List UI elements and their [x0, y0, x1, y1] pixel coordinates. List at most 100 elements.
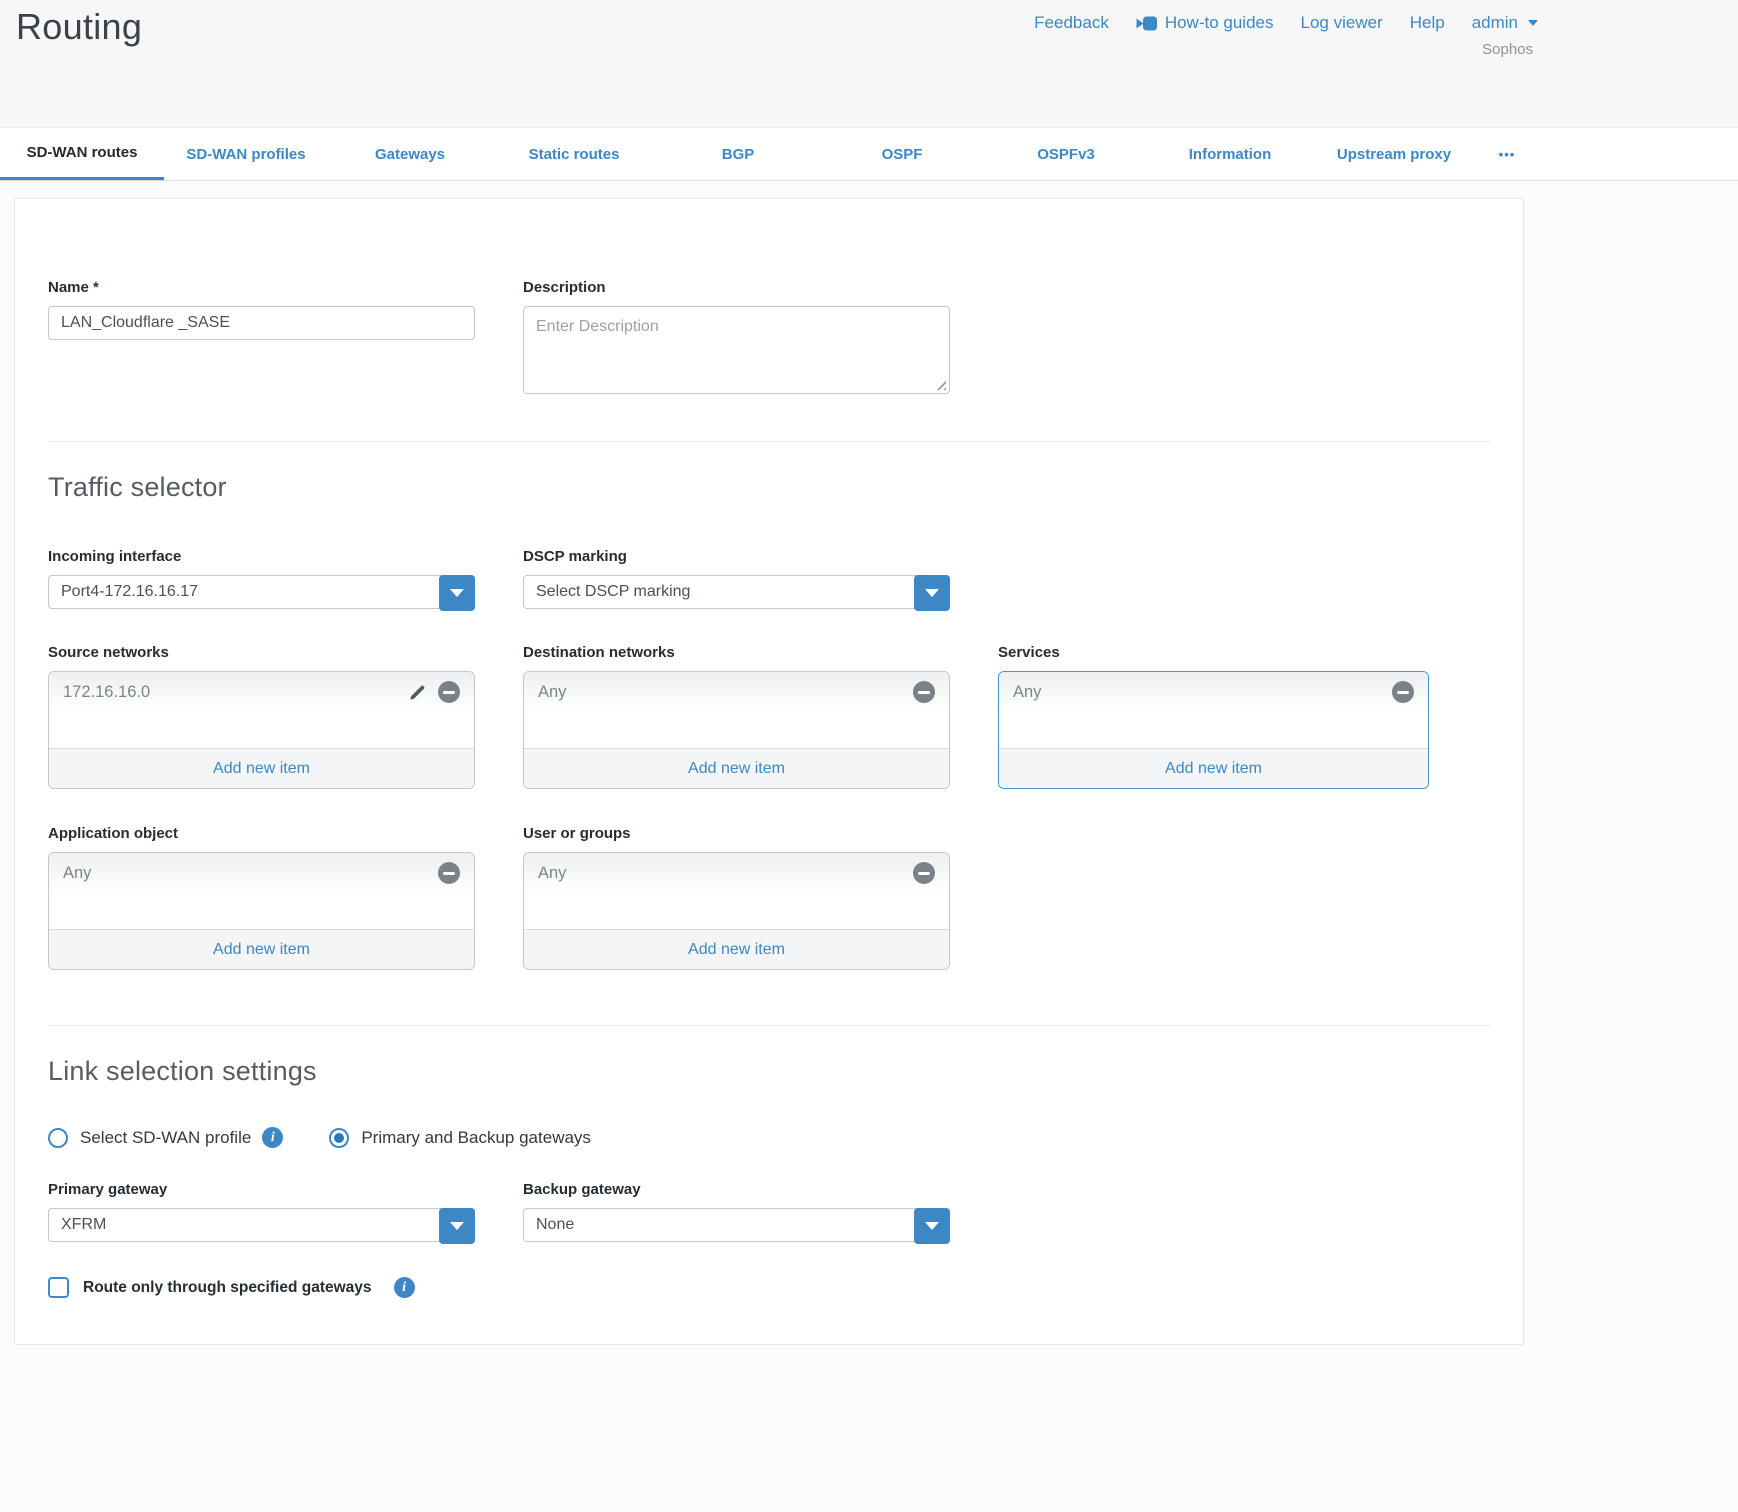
sdwan-profile-radio-label: Select SD-WAN profile — [80, 1128, 251, 1148]
feedback-link[interactable]: Feedback — [1034, 13, 1109, 33]
destination-networks-listbox: Any Add new item — [523, 671, 950, 789]
tab-ospf[interactable]: OSPF — [820, 128, 984, 180]
list-spacer — [49, 893, 474, 929]
primary-gateway-label: Primary gateway — [48, 1181, 475, 1198]
chevron-down-icon — [925, 1222, 939, 1230]
info-icon[interactable]: i — [262, 1127, 283, 1148]
route-form-card: Name * Description Traffic selector Inco… — [14, 198, 1524, 1345]
chevron-down-icon — [450, 589, 464, 597]
page-title: Routing — [16, 6, 142, 48]
dropdown-button[interactable] — [439, 1208, 475, 1244]
how-to-guides-link[interactable]: How-to guides — [1136, 13, 1274, 33]
list-item-text: Any — [538, 683, 913, 702]
services-label: Services — [998, 644, 1429, 661]
route-only-checkbox[interactable] — [48, 1277, 69, 1298]
app-header: Routing Feedback How-to guides Log viewe… — [0, 0, 1738, 127]
description-label: Description — [523, 279, 950, 296]
help-link[interactable]: Help — [1410, 13, 1445, 33]
add-new-item-button[interactable]: Add new item — [524, 748, 949, 788]
help-label: Help — [1410, 13, 1445, 33]
list-item: 172.16.16.0 — [49, 672, 474, 712]
description-textarea[interactable] — [523, 306, 950, 394]
chevron-down-icon — [1528, 20, 1538, 26]
incoming-interface-select[interactable]: Port4-172.16.16.17 — [48, 575, 475, 609]
tab-sdwan-profiles[interactable]: SD-WAN profiles — [164, 128, 328, 180]
incoming-interface-value: Port4-172.16.16.17 — [61, 583, 198, 601]
list-spacer — [524, 893, 949, 929]
route-only-label: Route only through specified gateways — [83, 1279, 372, 1297]
list-item: Any — [999, 672, 1428, 712]
user-or-groups-listbox: Any Add new item — [523, 852, 950, 970]
source-networks-listbox: 172.16.16.0 Add new item — [48, 671, 475, 789]
list-item: Any — [524, 853, 949, 893]
services-listbox: Any Add new item — [998, 671, 1429, 789]
application-object-listbox: Any Add new item — [48, 852, 475, 970]
tab-gateways[interactable]: Gateways — [328, 128, 492, 180]
list-item-text: 172.16.16.0 — [63, 683, 408, 702]
list-item: Any — [49, 853, 474, 893]
dropdown-button[interactable] — [914, 575, 950, 611]
list-item-text: Any — [63, 864, 438, 883]
list-spacer — [999, 712, 1428, 748]
info-icon[interactable]: i — [394, 1277, 415, 1298]
brand-label: Sophos — [1482, 41, 1533, 58]
remove-icon[interactable] — [438, 681, 460, 703]
backup-gateway-select[interactable]: None — [523, 1208, 950, 1242]
list-item-text: Any — [538, 864, 913, 883]
primary-backup-radio[interactable] — [329, 1128, 349, 1148]
edit-icon[interactable] — [408, 683, 427, 702]
section-divider — [48, 1025, 1490, 1026]
traffic-selector-heading: Traffic selector — [48, 472, 1490, 503]
dropdown-button[interactable] — [439, 575, 475, 611]
sdwan-profile-radio-group: Select SD-WAN profile i — [48, 1127, 283, 1148]
dscp-marking-select[interactable]: Select DSCP marking — [523, 575, 950, 609]
log-viewer-label: Log viewer — [1301, 13, 1383, 33]
tab-bar: SD-WAN routes SD-WAN profiles Gateways S… — [0, 127, 1738, 181]
header-links: Feedback How-to guides Log viewer Help a… — [1034, 13, 1538, 33]
remove-icon[interactable] — [1392, 681, 1414, 703]
route-only-row: Route only through specified gateways i — [48, 1277, 1490, 1298]
application-object-label: Application object — [48, 825, 475, 842]
tab-ospfv3[interactable]: OSPFv3 — [984, 128, 1148, 180]
video-camera-icon — [1136, 16, 1157, 31]
add-new-item-button[interactable]: Add new item — [524, 929, 949, 969]
tab-upstream-proxy[interactable]: Upstream proxy — [1312, 128, 1476, 180]
primary-gateway-select[interactable]: XFRM — [48, 1208, 475, 1242]
add-new-item-button[interactable]: Add new item — [49, 929, 474, 969]
tab-sdwan-routes[interactable]: SD-WAN routes — [0, 128, 164, 180]
list-item-text: Any — [1013, 683, 1392, 702]
user-or-groups-label: User or groups — [523, 825, 950, 842]
tab-static-routes[interactable]: Static routes — [492, 128, 656, 180]
list-spacer — [524, 712, 949, 748]
dropdown-button[interactable] — [914, 1208, 950, 1244]
tab-more-menu[interactable]: ••• — [1476, 128, 1538, 180]
name-label: Name * — [48, 279, 475, 296]
remove-icon[interactable] — [438, 862, 460, 884]
feedback-label: Feedback — [1034, 13, 1109, 33]
link-selection-heading: Link selection settings — [48, 1056, 1490, 1087]
add-new-item-button[interactable]: Add new item — [999, 748, 1428, 788]
admin-label: admin — [1472, 13, 1518, 33]
list-spacer — [49, 712, 474, 748]
admin-menu[interactable]: admin — [1472, 13, 1538, 33]
name-input[interactable] — [48, 306, 475, 340]
chevron-down-icon — [925, 589, 939, 597]
add-new-item-button[interactable]: Add new item — [49, 748, 474, 788]
dscp-marking-label: DSCP marking — [523, 548, 950, 565]
remove-icon[interactable] — [913, 681, 935, 703]
incoming-interface-label: Incoming interface — [48, 548, 475, 565]
primary-gateway-value: XFRM — [61, 1216, 106, 1234]
primary-backup-radio-group: Primary and Backup gateways — [329, 1128, 591, 1148]
primary-backup-radio-label: Primary and Backup gateways — [361, 1128, 591, 1148]
source-networks-label: Source networks — [48, 644, 475, 661]
dscp-marking-value: Select DSCP marking — [536, 583, 690, 601]
sdwan-profile-radio[interactable] — [48, 1128, 68, 1148]
backup-gateway-value: None — [536, 1216, 574, 1234]
tab-bgp[interactable]: BGP — [656, 128, 820, 180]
remove-icon[interactable] — [913, 862, 935, 884]
log-viewer-link[interactable]: Log viewer — [1301, 13, 1383, 33]
section-divider — [48, 441, 1490, 442]
tab-information[interactable]: Information — [1148, 128, 1312, 180]
list-item: Any — [524, 672, 949, 712]
how-to-guides-label: How-to guides — [1165, 13, 1274, 33]
